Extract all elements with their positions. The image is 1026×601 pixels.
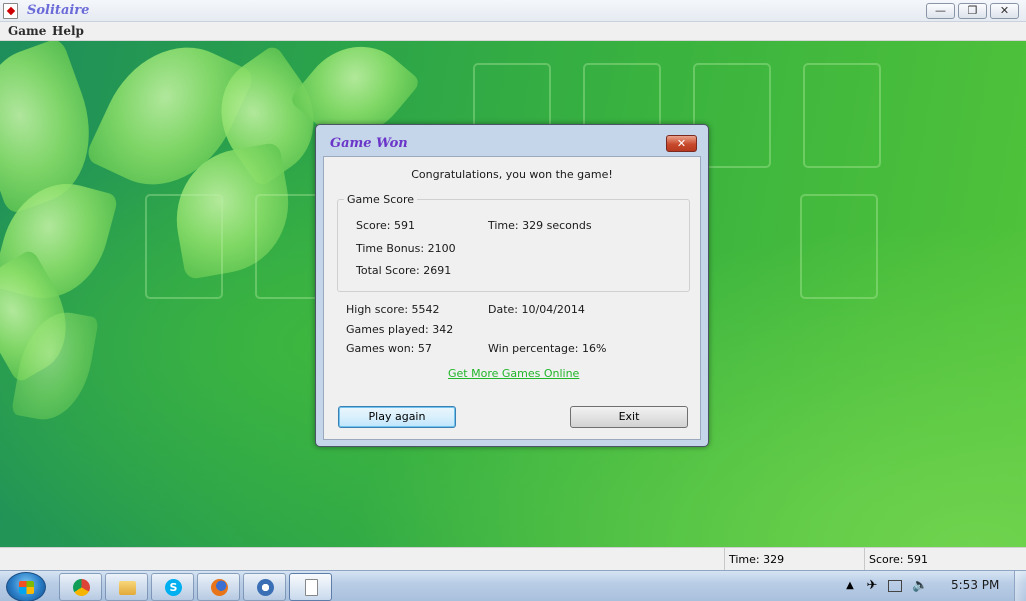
windows-logo-icon-lower (19, 587, 34, 594)
window-title: Solitaire (27, 3, 90, 18)
itunes-icon (257, 579, 274, 596)
games-won-value: Games won: 57 (346, 342, 432, 355)
time-value: Time: 329 seconds (488, 219, 592, 232)
file-explorer-icon (119, 581, 136, 595)
play-again-button[interactable]: Play again (338, 406, 456, 428)
date-value: Date: 10/04/2014 (488, 303, 585, 316)
taskbar-firefox[interactable] (197, 573, 240, 601)
win-percentage-value: Win percentage: 16% (488, 342, 607, 355)
congratulations-message: Congratulations, you won the game! (411, 168, 613, 181)
menu-bar: Game Help (0, 22, 1026, 41)
solitaire-app-icon[interactable] (3, 3, 18, 19)
exit-button[interactable]: Exit (570, 406, 688, 428)
game-score-label: Game Score (344, 193, 418, 206)
title-bar: Solitaire — ❐ ✕ (0, 0, 1026, 22)
close-window-button[interactable]: ✕ (990, 3, 1019, 19)
total-score-value: Total Score: 2691 (356, 264, 452, 277)
skype-icon: S (165, 579, 182, 596)
status-time: Time: 329 (724, 548, 864, 571)
dialog-title: Game Won (330, 136, 408, 151)
menu-game[interactable]: Game (8, 24, 46, 38)
firefox-icon (211, 579, 228, 596)
maximize-button[interactable]: ❐ (958, 3, 987, 19)
dialog-close-button[interactable]: ✕ (666, 135, 697, 152)
minimize-button[interactable]: — (926, 3, 955, 19)
games-played-value: Games played: 342 (346, 323, 454, 336)
game-won-dialog: Game Won ✕ Congratulations, you won the … (315, 124, 709, 447)
taskbar-clock[interactable]: 5:53 PM (951, 578, 999, 592)
minimize-icon: — (935, 4, 946, 17)
taskbar-itunes[interactable] (243, 573, 286, 601)
foundation-slot-4[interactable] (803, 63, 881, 168)
tableau-slot-7[interactable] (800, 194, 878, 299)
taskbar-solitaire[interactable] (289, 573, 332, 601)
network-icon[interactable] (888, 580, 902, 592)
solitaire-icon (305, 579, 318, 596)
start-button[interactable] (6, 572, 46, 601)
taskbar-skype[interactable]: S (151, 573, 194, 601)
close-icon: ✕ (676, 137, 687, 150)
volume-icon[interactable]: 🔈 (912, 578, 928, 594)
status-bar: Time: 329 Score: 591 (0, 547, 1026, 571)
dialog-body: Congratulations, you won the game! Game … (323, 156, 701, 440)
high-score-value: High score: 5542 (346, 303, 440, 316)
taskbar-file-explorer[interactable] (105, 573, 148, 601)
close-icon: ✕ (999, 4, 1010, 17)
show-desktop-button[interactable] (1014, 571, 1026, 601)
time-bonus-value: Time Bonus: 2100 (356, 242, 456, 255)
score-value: Score: 591 (356, 219, 416, 232)
taskbar-chrome[interactable] (59, 573, 102, 601)
get-more-games-link[interactable]: Get More Games Online (448, 367, 579, 380)
action-center-icon[interactable]: ✈ (864, 578, 880, 594)
show-hidden-icons-icon[interactable]: ▲ (842, 578, 858, 594)
chrome-icon (73, 579, 90, 596)
tableau-slot-1[interactable] (145, 194, 223, 299)
status-score: Score: 591 (864, 548, 1026, 571)
restore-icon: ❐ (967, 4, 978, 17)
menu-help[interactable]: Help (52, 24, 84, 38)
